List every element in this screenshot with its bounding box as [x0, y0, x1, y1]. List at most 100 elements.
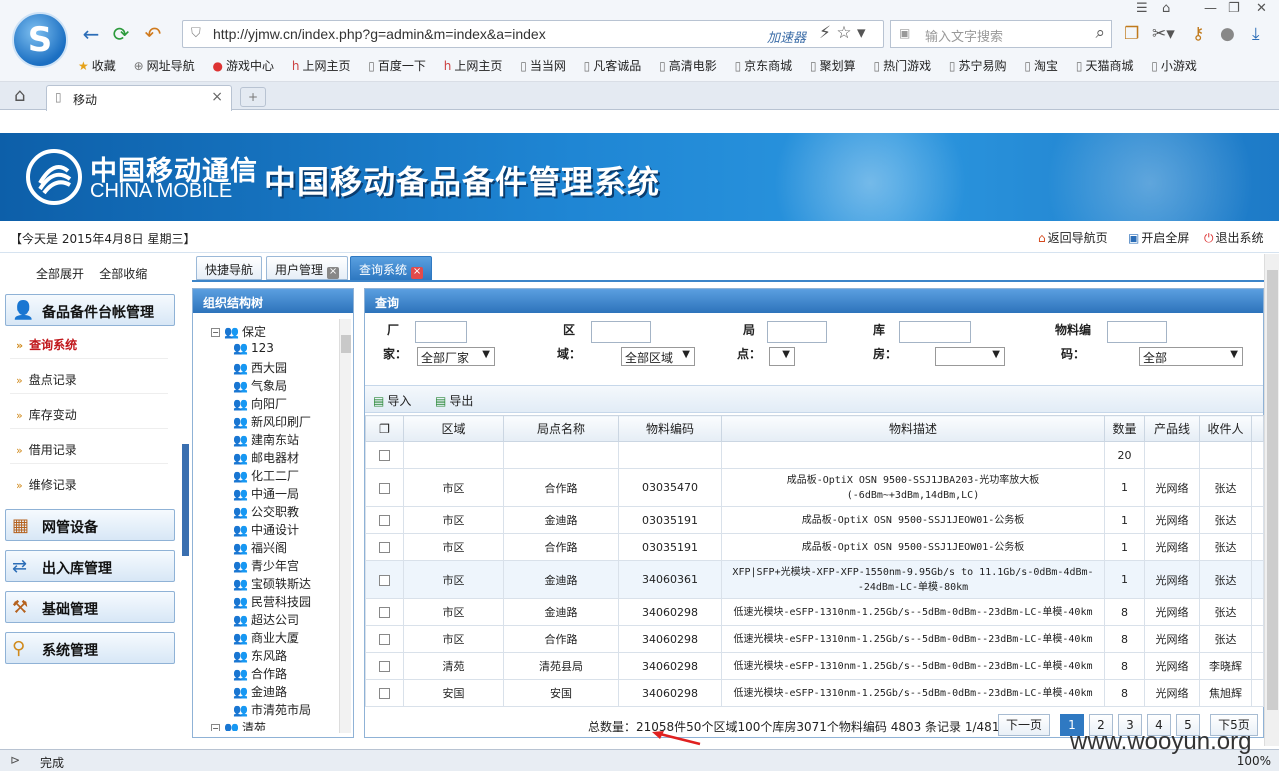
tree-node[interactable]: 👥 民营科技园 — [233, 593, 311, 611]
tree-node[interactable]: 👥 中通设计 — [233, 521, 299, 539]
row-checkbox[interactable] — [365, 652, 404, 680]
collapse-all-link[interactable]: 全部收缩 — [99, 267, 147, 281]
search-box[interactable]: ▣ 输入文字搜索 ⌕ — [890, 20, 1112, 48]
site-input[interactable] — [767, 321, 827, 343]
menu-section-inout[interactable]: ⇄ 出入库管理 — [5, 550, 175, 582]
address-url[interactable]: http://yjmw.cn/index.php?g=admin&m=index… — [213, 26, 546, 42]
prev-page-button[interactable]: 下一页 — [998, 714, 1050, 736]
tab-query-system[interactable]: 查询系统 × — [350, 256, 433, 280]
menu-section-network[interactable]: ▦ 网管设备 — [5, 509, 175, 541]
tree-node[interactable]: 👥 宝硕轶斯达 — [233, 575, 311, 593]
sidebar-toggle-handle[interactable] — [182, 444, 189, 556]
tree-node[interactable]: 👥 化工二厂 — [233, 467, 299, 485]
material-input[interactable] — [1107, 321, 1167, 343]
bookmark-item[interactable]: ▯ 京东商城 — [735, 57, 793, 74]
table-row[interactable]: 20 — [365, 441, 1264, 469]
back-icon[interactable]: ← — [78, 22, 104, 46]
material-select[interactable]: 全部 ▼ — [1139, 347, 1243, 366]
search-icon[interactable]: ⌕ — [1095, 23, 1105, 43]
home-icon[interactable]: ⌂ — [14, 85, 25, 106]
menu-section-ledger[interactable]: 👤 备品备件台帐管理 — [5, 294, 175, 326]
tree-node[interactable]: 👥 中通一局 — [233, 485, 299, 503]
bookmark-item[interactable]: ▯ 凡客诚品 — [584, 57, 642, 74]
logout-link[interactable]: ⏻ 退出系统 — [1204, 229, 1264, 246]
tree-node[interactable]: 👥 西大园 — [233, 359, 287, 377]
site-select[interactable]: ▼ — [769, 347, 795, 366]
menu-item-borrow[interactable]: » 借用记录 — [16, 441, 77, 458]
row-checkbox[interactable] — [365, 533, 404, 561]
row-checkbox[interactable] — [365, 441, 404, 469]
column-header[interactable]: 产品线 — [1144, 415, 1200, 442]
tree-node[interactable]: 👥 福兴阁 — [233, 539, 287, 557]
column-header[interactable]: 物料编码 — [618, 415, 722, 442]
close-tab-icon[interactable]: × — [211, 89, 223, 105]
scissors-icon[interactable]: ✂▾ — [1152, 24, 1175, 44]
tree-node-root[interactable]: − 👥 保定 — [211, 323, 266, 341]
back-nav-link[interactable]: ⌂ 返回导航页 — [1038, 229, 1108, 246]
tree-node[interactable]: 👥 金迪路 — [233, 683, 287, 701]
expand-all-link[interactable]: 全部展开 — [36, 267, 84, 281]
page-scroll-thumb[interactable] — [1267, 270, 1278, 710]
table-row[interactable]: 市区 合作路 03035191 成品板-OptiX OSN 9500-SSJ1JEOW… — [365, 533, 1264, 561]
tree-node[interactable]: 👥 公交职教 — [233, 503, 299, 521]
menu-item-inventory[interactable]: » 盘点记录 — [16, 371, 77, 388]
menu-item-query[interactable]: » 查询系统 — [16, 336, 77, 353]
tree-node[interactable]: 👥 123 — [233, 341, 274, 359]
close-window-icon[interactable]: ✕ — [1256, 1, 1267, 16]
bookmark-item[interactable]: ★ 收藏 — [78, 57, 116, 74]
tree-node[interactable]: 👥 超达公司 — [233, 611, 299, 629]
bookmark-tool-icon[interactable]: ❐ — [1124, 24, 1139, 44]
menu-item-stock-change[interactable]: » 库存变动 — [16, 406, 77, 423]
tree-scroll-thumb[interactable] — [341, 335, 351, 353]
close-icon[interactable]: × — [327, 267, 340, 279]
bookmark-item[interactable]: ▯ 苏宁易购 — [949, 57, 1007, 74]
key-icon[interactable]: ⚷ — [1192, 24, 1204, 44]
region-select[interactable]: 全部区域 ▼ — [621, 347, 695, 366]
tree-node[interactable]: 👥 商业大厦 — [233, 629, 299, 647]
room-select[interactable]: ▼ — [935, 347, 1005, 366]
tab-title[interactable]: 移动 — [73, 91, 97, 108]
tree-node-root[interactable]: − 👥 清苑 — [211, 719, 266, 731]
bookmark-item[interactable]: h 上网主页 — [444, 57, 503, 74]
restore-icon[interactable]: ❐ — [1228, 1, 1240, 16]
minimize-icon[interactable]: — — [1204, 1, 1217, 16]
table-row[interactable]: 市区 合作路 03035470 成品板-OptiX OSN 9500-SSJ1JBA2… — [365, 468, 1264, 507]
star-icon[interactable]: ⚡ ☆ ▾ — [819, 23, 866, 43]
undo-icon[interactable]: ↶ — [140, 22, 166, 46]
search-placeholder[interactable]: 输入文字搜索 — [925, 26, 1003, 45]
select-all-checkbox[interactable]: ❐ — [365, 415, 404, 442]
bookmark-item[interactable]: ▯ 当当网 — [520, 57, 566, 74]
tree-node[interactable]: 👥 合作路 — [233, 665, 287, 683]
column-header[interactable]: 收件人 — [1199, 415, 1252, 442]
column-header[interactable]: 数量 — [1104, 415, 1145, 442]
tab-user-mgmt[interactable]: 用户管理 × — [266, 256, 349, 280]
bookmark-item[interactable]: ⊕ 网址导航 — [134, 57, 195, 74]
browser-logo-icon[interactable]: S — [12, 12, 68, 68]
tree-node[interactable]: 👥 向阳厂 — [233, 395, 287, 413]
bookmark-item[interactable]: h 上网主页 — [292, 57, 351, 74]
tab-quick-nav[interactable]: 快捷导航 — [196, 256, 263, 280]
table-row[interactable]: 清苑 清苑县局 34060298 低速光模块-eSFP-1310nm-1.25Gb/s… — [365, 652, 1264, 680]
menu-section-system[interactable]: ⚲ 系统管理 — [5, 632, 175, 664]
accelerator-label[interactable]: 加速器 — [767, 27, 806, 46]
column-header[interactable]: 区域 — [403, 415, 504, 442]
tree-node[interactable]: 👥 气象局 — [233, 377, 287, 395]
tree-scrollbar[interactable] — [339, 319, 351, 733]
tree-node[interactable]: 👥 新风印刷厂 — [233, 413, 311, 431]
chat-icon[interactable]: ● — [1220, 24, 1235, 44]
row-checkbox[interactable] — [365, 598, 404, 626]
row-checkbox[interactable] — [365, 625, 404, 653]
bookmark-item[interactable]: ▯ 淘宝 — [1024, 57, 1058, 74]
zoom-level[interactable]: 100% — [1237, 754, 1271, 768]
refresh-icon[interactable]: ⟳ — [108, 22, 134, 46]
bookmark-item[interactable]: ▯ 百度一下 — [368, 57, 426, 74]
import-button[interactable]: ▤ 导入 — [373, 392, 411, 409]
tree-node[interactable]: 👥 青少年宫 — [233, 557, 299, 575]
tree-node[interactable]: 👥 建南东站 — [233, 431, 299, 449]
column-header[interactable]: 物料描述 — [721, 415, 1105, 442]
bookmark-item[interactable]: ▯ 聚划算 — [810, 57, 856, 74]
table-row[interactable]: 安国 安国 34060298 低速光模块-eSFP-1310nm-1.25Gb/s--… — [365, 679, 1264, 707]
row-checkbox[interactable] — [365, 679, 404, 707]
factory-select[interactable]: 全部厂家 ▼ — [417, 347, 495, 366]
bookmark-item[interactable]: ▯ 天猫商城 — [1076, 57, 1134, 74]
